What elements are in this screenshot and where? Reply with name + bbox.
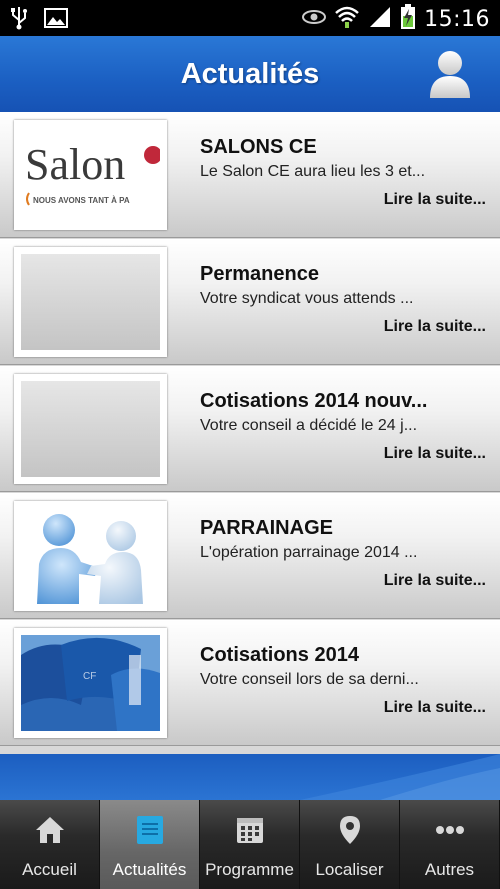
image-icon [44,7,68,34]
news-list: Salon NOUS AVONS TANT À PA SALONS CE Le … [0,112,500,754]
tab-label: Programme [205,860,294,879]
tab-label: Localiser [315,860,384,879]
news-item-cotisations-2014[interactable]: CF Cotisations 2014 Votre conseil lors d… [0,620,500,746]
news-thumbnail: Salon NOUS AVONS TANT À PA [14,120,167,230]
news-thumbnail: CF [14,628,167,738]
news-title: PARRAINAGE [200,517,333,539]
usb-icon [10,6,28,35]
status-bar: 15:16 [0,0,500,36]
calendar-icon [237,818,263,843]
tab-localiser[interactable]: Localiser [300,800,400,889]
read-more-link[interactable]: Lire la suite... [384,191,486,209]
tab-label: Actualités [112,860,187,879]
tab-label: Autres [424,860,475,879]
tab-accueil[interactable]: Accueil [0,800,100,889]
page-title: Actualités [180,58,320,90]
status-time: 15:16 [424,7,490,32]
profile-button[interactable] [428,48,472,100]
news-item-cotisations-nouv[interactable]: Cotisations 2014 nouv... Votre conseil a… [0,366,500,492]
news-thumbnail [14,374,167,484]
news-title: Permanence [200,263,319,285]
tab-autres[interactable]: Autres [400,800,500,889]
placeholder-image [21,381,160,477]
eye-icon [302,9,327,30]
battery-charging-icon [400,4,416,35]
news-excerpt: Votre conseil lors de sa derni... [200,671,419,688]
news-item-salons-ce[interactable]: Salon NOUS AVONS TANT À PA SALONS CE Le … [0,112,500,238]
read-more-link[interactable]: Lire la suite... [384,699,486,717]
news-title: Cotisations 2014 nouv... [200,390,428,412]
flags-image: CF [21,635,160,731]
news-excerpt: Votre syndicat vous attends ... [200,290,414,307]
handshake-image [21,508,160,604]
location-pin-icon [340,816,360,844]
footer-background [0,754,500,800]
news-item-parrainage[interactable]: PARRAINAGE L'opération parrainage 2014 .… [0,493,500,619]
more-icon [436,826,464,834]
salon-logo-image: Salon NOUS AVONS TANT À PA [21,127,160,223]
news-title: SALONS CE [200,136,317,158]
placeholder-image [21,254,160,350]
user-profile-icon [430,51,470,98]
salon-logo-text: Salon [25,140,125,189]
news-excerpt: Le Salon CE aura lieu les 3 et... [200,163,426,180]
news-excerpt: Votre conseil a décidé le 24 j... [200,417,418,434]
news-icon [137,816,163,844]
home-icon [36,817,64,843]
read-more-link[interactable]: Lire la suite... [384,572,486,590]
signal-icon [368,5,392,34]
svg-text:CF: CF [83,671,96,682]
read-more-link[interactable]: Lire la suite... [384,318,486,336]
app-header: Actualités [0,36,500,112]
salon-logo-tagline: NOUS AVONS TANT À PA [33,196,130,205]
tab-label: Accueil [22,860,77,879]
wifi-icon [334,4,360,35]
read-more-link[interactable]: Lire la suite... [384,445,486,463]
news-title: Cotisations 2014 [200,644,359,666]
news-excerpt: L'opération parrainage 2014 ... [200,544,418,561]
tab-actualites[interactable]: Actualités [100,800,200,889]
news-thumbnail [14,501,167,611]
tab-programme[interactable]: Programme [200,800,300,889]
news-item-permanence[interactable]: Permanence Votre syndicat vous attends .… [0,239,500,365]
news-thumbnail [14,247,167,357]
bottom-tab-bar: Accueil Actualités Programme Localiser A… [0,800,500,889]
